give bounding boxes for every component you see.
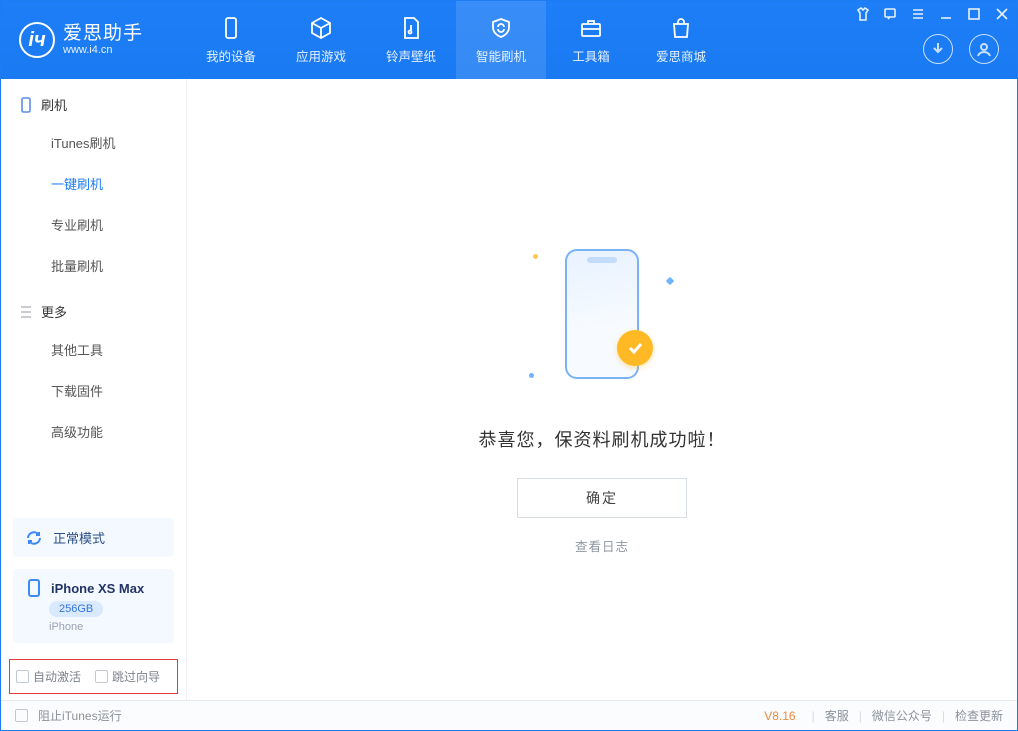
checkbox-icon[interactable] <box>16 670 29 683</box>
close-button[interactable] <box>993 5 1011 26</box>
sidebar-item-advanced[interactable]: 高级功能 <box>1 411 186 452</box>
sidebar-item-download-firmware[interactable]: 下载固件 <box>1 370 186 411</box>
device-row: iPhone XS Max <box>25 579 144 597</box>
sidebar-item-itunes-flash[interactable]: iTunes刷机 <box>1 122 186 163</box>
success-message: 恭喜您，保资料刷机成功啦！ <box>479 426 726 452</box>
minimize-button[interactable] <box>937 5 955 26</box>
app-url: www.i4.cn <box>63 44 143 56</box>
logo: iч 爱思助手 www.i4.cn <box>1 1 186 79</box>
nav-my-device[interactable]: 我的设备 <box>186 1 276 79</box>
device-icon <box>219 16 243 40</box>
option-label: 自动激活 <box>33 670 81 684</box>
list-icon <box>19 304 33 320</box>
sidebar-spacer <box>1 452 186 512</box>
logo-text: 爱思助手 www.i4.cn <box>63 24 143 57</box>
nav-label: 我的设备 <box>206 46 256 65</box>
mode-label: 正常模式 <box>53 528 105 547</box>
top-nav: 我的设备 应用游戏 铃声壁纸 智能刷机 工具箱 爱思商城 <box>186 1 923 79</box>
statusbar-left: 阻止iTunes运行 <box>15 707 122 724</box>
feedback-icon[interactable] <box>881 5 899 26</box>
section-title: 更多 <box>41 302 67 321</box>
sidebar-section-more: 更多 <box>1 286 186 329</box>
skip-guide-option[interactable]: 跳过向导 <box>95 668 160 685</box>
link-update[interactable]: 检查更新 <box>955 707 1003 724</box>
ok-button[interactable]: 确定 <box>517 478 687 518</box>
nav-flash[interactable]: 智能刷机 <box>456 1 546 79</box>
section-title: 刷机 <box>41 95 67 114</box>
nav-ringtone[interactable]: 铃声壁纸 <box>366 1 456 79</box>
checkbox-icon[interactable] <box>15 709 28 722</box>
device-type: iPhone <box>49 621 83 633</box>
phone-icon <box>25 579 43 597</box>
link-support[interactable]: 客服 <box>825 707 849 724</box>
option-label: 跳过向导 <box>112 670 160 684</box>
user-icon <box>976 41 992 57</box>
logo-icon: iч <box>19 22 55 58</box>
spark-icon <box>533 254 538 259</box>
window-controls <box>853 5 1011 26</box>
nav-toolbox[interactable]: 工具箱 <box>546 1 636 79</box>
cube-icon <box>309 16 333 40</box>
check-badge-icon <box>617 330 653 366</box>
device-card[interactable]: iPhone XS Max 256GB iPhone <box>13 569 174 643</box>
maximize-button[interactable] <box>965 5 983 26</box>
spark-icon <box>666 277 674 285</box>
nav-shop[interactable]: 爱思商城 <box>636 1 726 79</box>
main-content: 恭喜您，保资料刷机成功啦！ 确定 查看日志 <box>187 79 1017 700</box>
auto-activate-option[interactable]: 自动激活 <box>16 668 81 685</box>
nav-label: 工具箱 <box>572 46 610 65</box>
sidebar-flash-list: iTunes刷机 一键刷机 专业刷机 批量刷机 <box>1 122 186 286</box>
status-bar: 阻止iTunes运行 V8.16 | 客服 | 微信公众号 | 检查更新 <box>1 700 1017 730</box>
shirt-icon[interactable] <box>853 5 871 26</box>
version-label: V8.16 <box>764 709 795 723</box>
refresh-shield-icon <box>489 16 513 40</box>
sidebar: 刷机 iTunes刷机 一键刷机 专业刷机 批量刷机 更多 其他工具 下载固件 … <box>1 79 187 700</box>
app-name: 爱思助手 <box>63 24 143 45</box>
music-file-icon <box>399 16 423 40</box>
separator: | <box>859 709 862 723</box>
nav-label: 智能刷机 <box>476 46 526 65</box>
sidebar-item-other-tools[interactable]: 其他工具 <box>1 329 186 370</box>
separator: | <box>942 709 945 723</box>
separator: | <box>812 709 815 723</box>
sidebar-item-batch-flash[interactable]: 批量刷机 <box>1 245 186 286</box>
nav-label: 铃声壁纸 <box>386 46 436 65</box>
sidebar-item-pro-flash[interactable]: 专业刷机 <box>1 204 186 245</box>
checkbox-icon[interactable] <box>95 670 108 683</box>
nav-label: 应用游戏 <box>296 46 346 65</box>
phone-icon <box>19 97 33 113</box>
menu-icon[interactable] <box>909 5 927 26</box>
nav-label: 爱思商城 <box>656 46 706 65</box>
statusbar-right: V8.16 | 客服 | 微信公众号 | 检查更新 <box>764 707 1003 724</box>
app-body: 刷机 iTunes刷机 一键刷机 专业刷机 批量刷机 更多 其他工具 下载固件 … <box>1 79 1017 700</box>
briefcase-icon <box>579 16 603 40</box>
link-wechat[interactable]: 微信公众号 <box>872 707 932 724</box>
spark-icon <box>529 373 534 378</box>
nav-apps[interactable]: 应用游戏 <box>276 1 366 79</box>
device-capacity: 256GB <box>49 601 103 617</box>
bottom-options-highlight: 自动激活 跳过向导 <box>9 659 178 694</box>
block-itunes-option[interactable]: 阻止iTunes运行 <box>38 707 122 724</box>
app-header: iч 爱思助手 www.i4.cn 我的设备 应用游戏 铃声壁纸 智能刷机 工具… <box>1 1 1017 79</box>
bag-icon <box>669 16 693 40</box>
download-button[interactable] <box>923 34 953 64</box>
account-button[interactable] <box>969 34 999 64</box>
view-log-link[interactable]: 查看日志 <box>575 536 629 555</box>
sidebar-section-flash: 刷机 <box>1 79 186 122</box>
mode-card[interactable]: 正常模式 <box>13 518 174 557</box>
sidebar-item-oneclick-flash[interactable]: 一键刷机 <box>1 163 186 204</box>
success-illustration <box>527 224 677 404</box>
sidebar-more-list: 其他工具 下载固件 高级功能 <box>1 329 186 452</box>
download-icon <box>930 41 946 57</box>
refresh-icon <box>25 529 43 547</box>
device-name: iPhone XS Max <box>51 581 144 596</box>
